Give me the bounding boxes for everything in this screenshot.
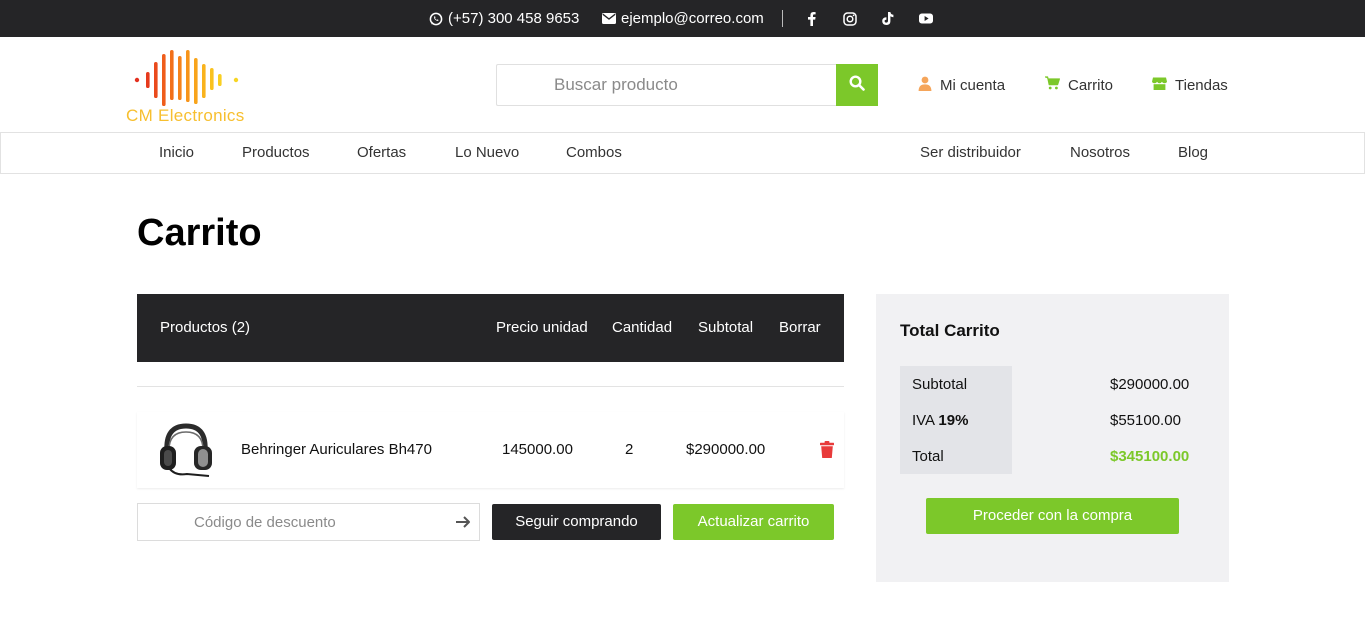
- user-icon: [918, 76, 932, 95]
- proceed-checkout-button[interactable]: Proceder con la compra: [926, 498, 1179, 534]
- nav-item-productos[interactable]: Productos: [242, 133, 310, 173]
- product-image-headphones[interactable]: [155, 420, 217, 480]
- continue-shopping-button[interactable]: Seguir comprando: [492, 504, 661, 540]
- product-quantity[interactable]: 2: [625, 412, 633, 488]
- cart-icon: [1045, 76, 1060, 94]
- search-input[interactable]: [497, 65, 837, 105]
- cart-link[interactable]: Carrito: [1045, 74, 1113, 96]
- header-subtotal: Subtotal: [698, 319, 754, 336]
- iva-rate: 19%: [938, 412, 969, 429]
- cart-label: Carrito: [1068, 76, 1114, 94]
- nav-item-ofertas[interactable]: Ofertas: [357, 133, 406, 173]
- stores-link[interactable]: Tiendas: [1152, 74, 1228, 96]
- cart-totals-panel: Total Carrito Subtotal $290000.00 IVA 19…: [876, 294, 1229, 582]
- iva-label: IVA: [912, 412, 939, 429]
- main-nav: Inicio Productos Ofertas Lo Nuevo Combos…: [0, 132, 1365, 174]
- header-products: Productos (2): [160, 319, 251, 336]
- top-bar: (+57) 300 458 9653 ejemplo@correo.com: [0, 0, 1365, 37]
- nav-item-blog[interactable]: Blog: [1178, 133, 1208, 173]
- account-link[interactable]: Mi cuenta: [918, 74, 1005, 96]
- totals-title: Total Carrito: [900, 321, 1000, 340]
- envelope-icon: [602, 13, 616, 24]
- subtotal-value: $290000.00: [1110, 376, 1190, 393]
- header-quantity: Cantidad: [612, 319, 673, 336]
- table-row: Behringer Auriculares Bh470 145000.00 2 …: [137, 412, 844, 488]
- nav-item-lo-nuevo[interactable]: Lo Nuevo: [455, 133, 519, 173]
- product-name[interactable]: Behringer Auriculares Bh470: [241, 412, 432, 488]
- page-title: Carrito: [137, 212, 262, 254]
- update-cart-button[interactable]: Actualizar carrito: [673, 504, 834, 540]
- topbar-divider: [782, 10, 783, 27]
- subtotal-label: Subtotal: [912, 376, 968, 393]
- nav-item-ser-distribuidor[interactable]: Ser distribuidor: [920, 133, 1021, 173]
- iva-label-row: IVA 19%: [912, 412, 968, 429]
- logo-text: CM Electronics: [126, 106, 245, 125]
- account-label: Mi cuenta: [940, 76, 1006, 94]
- search-box: [496, 64, 837, 106]
- total-value: $345100.00: [1110, 448, 1190, 465]
- email-contact[interactable]: ejemplo@correo.com: [602, 0, 764, 37]
- trash-icon[interactable]: [820, 441, 834, 462]
- whatsapp-icon: [429, 12, 443, 26]
- coupon-input[interactable]: [138, 504, 479, 540]
- phone-number: (+57) 300 458 9653: [448, 10, 580, 27]
- instagram-icon[interactable]: [843, 0, 857, 37]
- product-unit-price: 145000.00: [502, 441, 573, 458]
- email-address: ejemplo@correo.com: [621, 10, 764, 27]
- nav-item-inicio[interactable]: Inicio: [159, 133, 194, 173]
- youtube-icon[interactable]: [919, 0, 933, 37]
- header-unit-price: Precio unidad: [496, 319, 588, 336]
- header-delete: Borrar: [779, 319, 821, 336]
- stores-label: Tiendas: [1175, 76, 1228, 94]
- facebook-icon[interactable]: [807, 0, 816, 37]
- search-icon: [849, 74, 865, 96]
- table-divider: [137, 386, 844, 387]
- nav-item-nosotros[interactable]: Nosotros: [1070, 133, 1130, 173]
- nav-item-combos[interactable]: Combos: [566, 133, 622, 173]
- cart-table-header: Productos (2) Precio unidad Cantidad Sub…: [137, 294, 844, 362]
- arrow-right-icon[interactable]: [455, 514, 471, 535]
- iva-value: $55100.00: [1110, 412, 1181, 429]
- total-label: Total: [912, 448, 944, 465]
- phone-contact[interactable]: (+57) 300 458 9653: [429, 0, 579, 37]
- search-button[interactable]: [836, 64, 878, 106]
- product-subtotal: $290000.00: [686, 441, 766, 458]
- coupon-box: [137, 503, 480, 541]
- store-icon: [1152, 77, 1167, 94]
- tiktok-icon[interactable]: [881, 0, 894, 37]
